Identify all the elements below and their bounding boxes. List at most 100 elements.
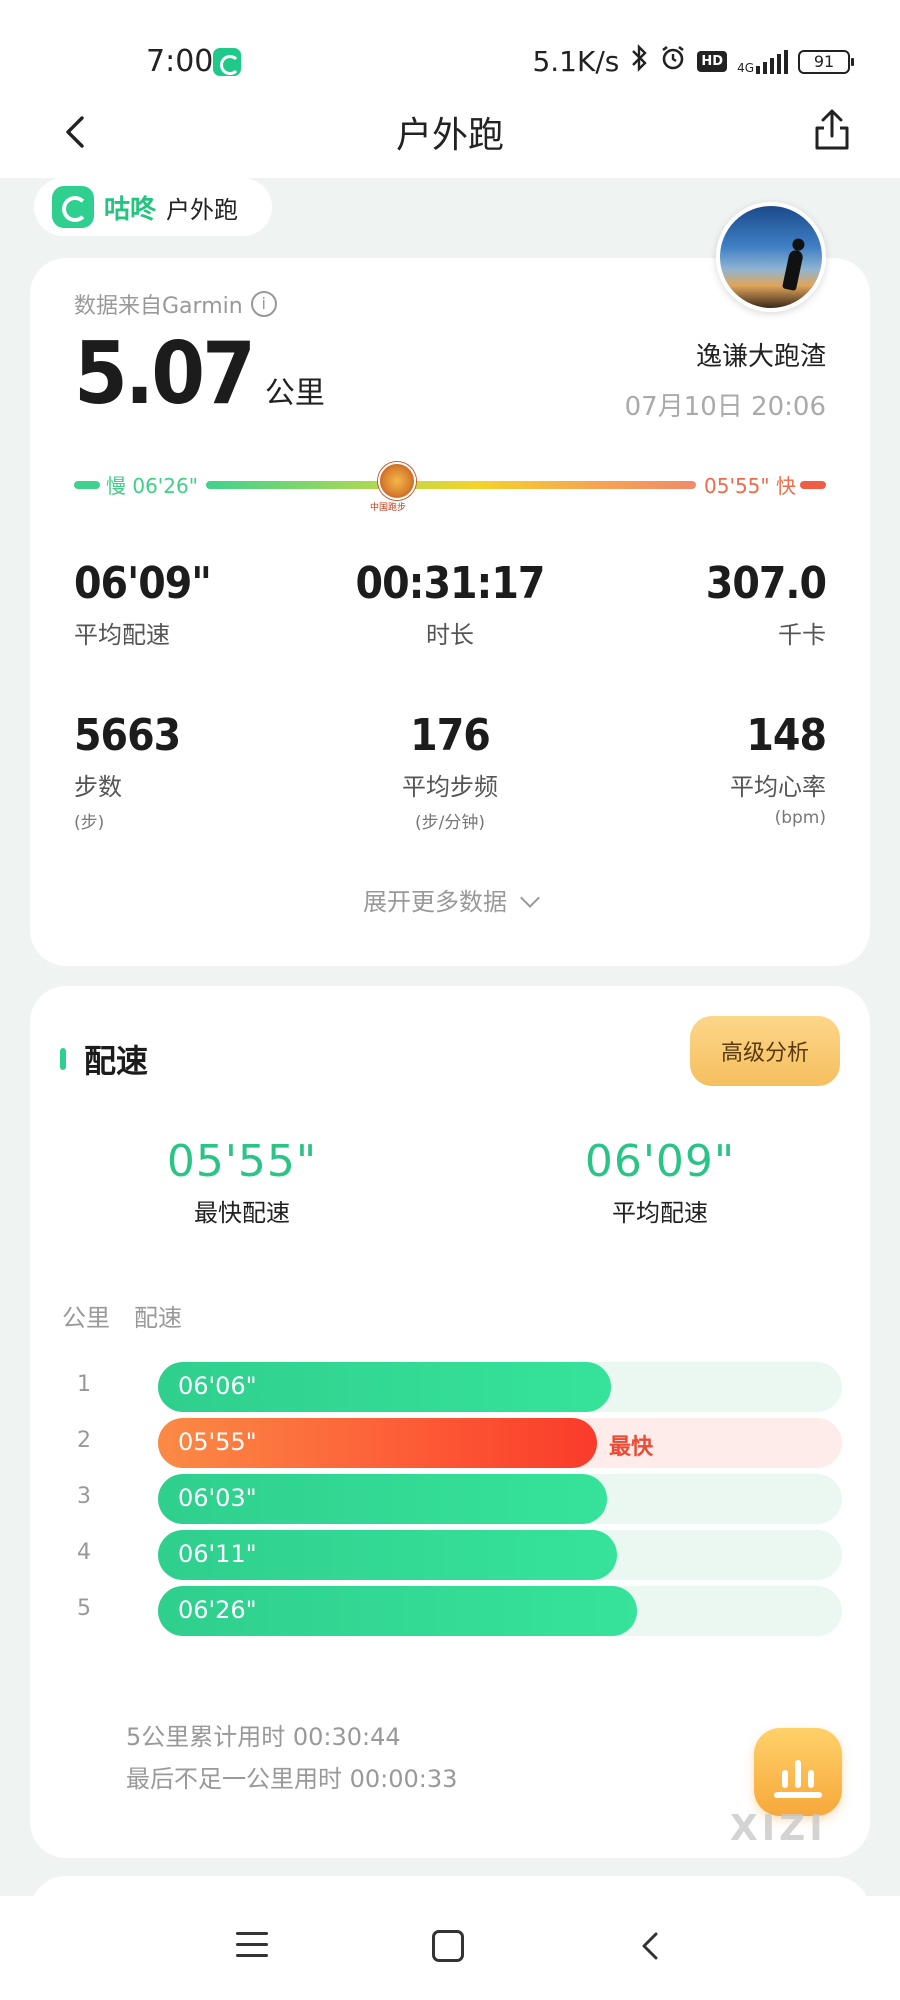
split-km: 2 — [77, 1428, 91, 1453]
system-nav-bar — [0, 1896, 900, 2000]
codoon-logo-icon — [52, 186, 94, 228]
hd-icon: HD — [697, 51, 728, 72]
split-km: 4 — [77, 1540, 91, 1565]
stat-label: 步数 — [74, 773, 122, 801]
distance: 5.07 公里 — [74, 324, 325, 424]
advanced-analysis-button[interactable]: 高级分析 — [690, 1016, 840, 1086]
tag-activity-type: 户外跑 — [166, 195, 239, 224]
alarm-icon — [659, 44, 687, 79]
split-pace: 06'03" — [178, 1484, 257, 1512]
tag-brand: 咕咚 — [104, 194, 157, 225]
split-bar: 06'11" — [158, 1530, 617, 1580]
split-km: 3 — [77, 1484, 91, 1509]
page-title: 户外跑 — [395, 115, 504, 156]
stat-value: 00:31:17 — [355, 558, 546, 609]
stat-unit: (bpm) — [774, 808, 826, 828]
battery-icon: 91 — [798, 49, 854, 74]
runner-silhouette — [781, 248, 805, 292]
fastest-tag: 最快 — [609, 1435, 654, 1460]
splits-header: 公里 配速 — [62, 1298, 182, 1333]
activity-datetime: 07月10日 20:06 — [624, 392, 826, 422]
split-track: 06'03" — [158, 1474, 842, 1524]
split-bar: 05'55" — [158, 1418, 597, 1468]
section-marker — [60, 1048, 66, 1070]
split-bar: 06'26" — [158, 1586, 637, 1636]
status-icons: 5.1K/s HD 4G 91 — [532, 44, 854, 79]
stat-unit: (步) — [74, 813, 105, 833]
distance-unit: 公里 — [264, 376, 325, 411]
fast-dot — [800, 481, 826, 489]
fastest-pace-label: 最快配速 — [194, 1199, 290, 1227]
split-pace: 05'55" — [178, 1428, 257, 1456]
stat-avg-pace: 06'09" 平均配速 — [74, 558, 334, 650]
china-running-badge-icon — [378, 462, 416, 500]
stat-cadence: 176 平均步频 (步/分钟) — [320, 710, 580, 833]
average-pace: 06'09" 平均配速 — [510, 1136, 810, 1228]
signal-bars-icon — [756, 49, 788, 74]
pace-gradient-line — [206, 481, 696, 489]
pace-card: 配速 高级分析 05'55" 最快配速 06'09" 平均配速 公里 配速 1 0… — [30, 986, 870, 1858]
stat-value: 06'09" — [74, 558, 212, 609]
data-source: 数据来自Garmin i — [74, 288, 277, 320]
slowest-pace-label: 慢 06'26" — [106, 474, 198, 498]
status-time: 7:00 — [146, 44, 214, 79]
pace-range-bar: 慢 06'26" 05'55" 快 中国跑步 — [74, 458, 826, 518]
splits-summary: 5公里累计用时 00:30:44 最后不足一公里用时 00:00:33 — [126, 1716, 457, 1800]
bluetooth-icon — [629, 44, 649, 79]
menu-icon[interactable] — [236, 1932, 268, 1958]
floating-action-icon[interactable] — [754, 1728, 842, 1816]
back-icon[interactable] — [636, 1930, 666, 1962]
user-name[interactable]: 逸谦大跑渣 — [696, 336, 826, 373]
avatar[interactable] — [716, 202, 826, 312]
split-track: 05'55" 最快 — [158, 1418, 842, 1468]
split-track: 06'11" — [158, 1530, 842, 1580]
activity-source-tag: 咕咚 户外跑 — [34, 178, 272, 236]
stat-calories: 307.0 千卡 — [566, 558, 827, 650]
chevron-down-icon — [520, 888, 540, 908]
split-km: 5 — [77, 1596, 91, 1621]
share-icon[interactable] — [808, 106, 856, 154]
stat-heart-rate: 148 平均心率 (bpm) — [566, 710, 827, 828]
split-row: 5 06'26" — [62, 1586, 842, 1636]
stat-label: 平均心率 — [730, 773, 826, 801]
stat-duration: 00:31:17 时长 — [320, 558, 580, 650]
split-row: 1 06'06" — [62, 1362, 842, 1412]
split-row: 2 05'55" 最快 — [62, 1418, 842, 1468]
expand-more-button[interactable]: 展开更多数据 — [30, 882, 870, 917]
remainder-time: 最后不足一公里用时 00:00:33 — [126, 1765, 458, 1793]
stat-steps: 5663 步数 (步) — [74, 710, 334, 833]
split-row: 4 06'11" — [62, 1530, 842, 1580]
fastest-pace-value: 05'55" — [166, 1136, 318, 1187]
stat-label: 平均步频 — [402, 773, 498, 801]
stat-label: 千卡 — [778, 621, 826, 649]
average-pace-label: 平均配速 — [612, 1199, 708, 1227]
info-icon[interactable]: i — [250, 291, 277, 317]
col-km: 公里 — [62, 1304, 110, 1332]
fastest-pace: 05'55" 最快配速 — [92, 1136, 392, 1228]
stat-label: 平均配速 — [74, 621, 170, 649]
col-pace: 配速 — [134, 1304, 182, 1332]
data-source-text: 数据来自Garmin — [74, 294, 243, 319]
split-km: 1 — [77, 1372, 91, 1397]
stat-value: 5663 — [74, 710, 181, 761]
summary-card: 数据来自Garmin i 5.07 公里 逸谦大跑渣 07月10日 20:06 … — [30, 258, 870, 966]
cellular-signal: 4G — [737, 49, 788, 74]
slow-dot — [74, 481, 100, 489]
stat-unit: (步/分钟) — [415, 813, 485, 833]
fastest-pace-label: 05'55" 快 — [704, 474, 796, 498]
distance-value: 5.07 — [74, 324, 256, 424]
split-bar: 06'03" — [158, 1474, 607, 1524]
split-pace: 06'11" — [178, 1540, 257, 1568]
home-icon[interactable] — [432, 1930, 464, 1962]
codoon-app-icon — [213, 48, 241, 76]
app-header: 户外跑 — [0, 96, 900, 178]
stat-value: 307.0 — [705, 558, 827, 609]
expand-more-label: 展开更多数据 — [363, 888, 507, 916]
split-track: 06'06" — [158, 1362, 842, 1412]
stat-value: 176 — [410, 710, 491, 761]
watermark: XIZI — [730, 1808, 827, 1849]
cumulative-time: 5公里累计用时 00:30:44 — [126, 1723, 401, 1751]
badge-caption: 中国跑步 — [370, 503, 407, 513]
split-track: 06'26" — [158, 1586, 842, 1636]
split-row: 3 06'03" — [62, 1474, 842, 1524]
